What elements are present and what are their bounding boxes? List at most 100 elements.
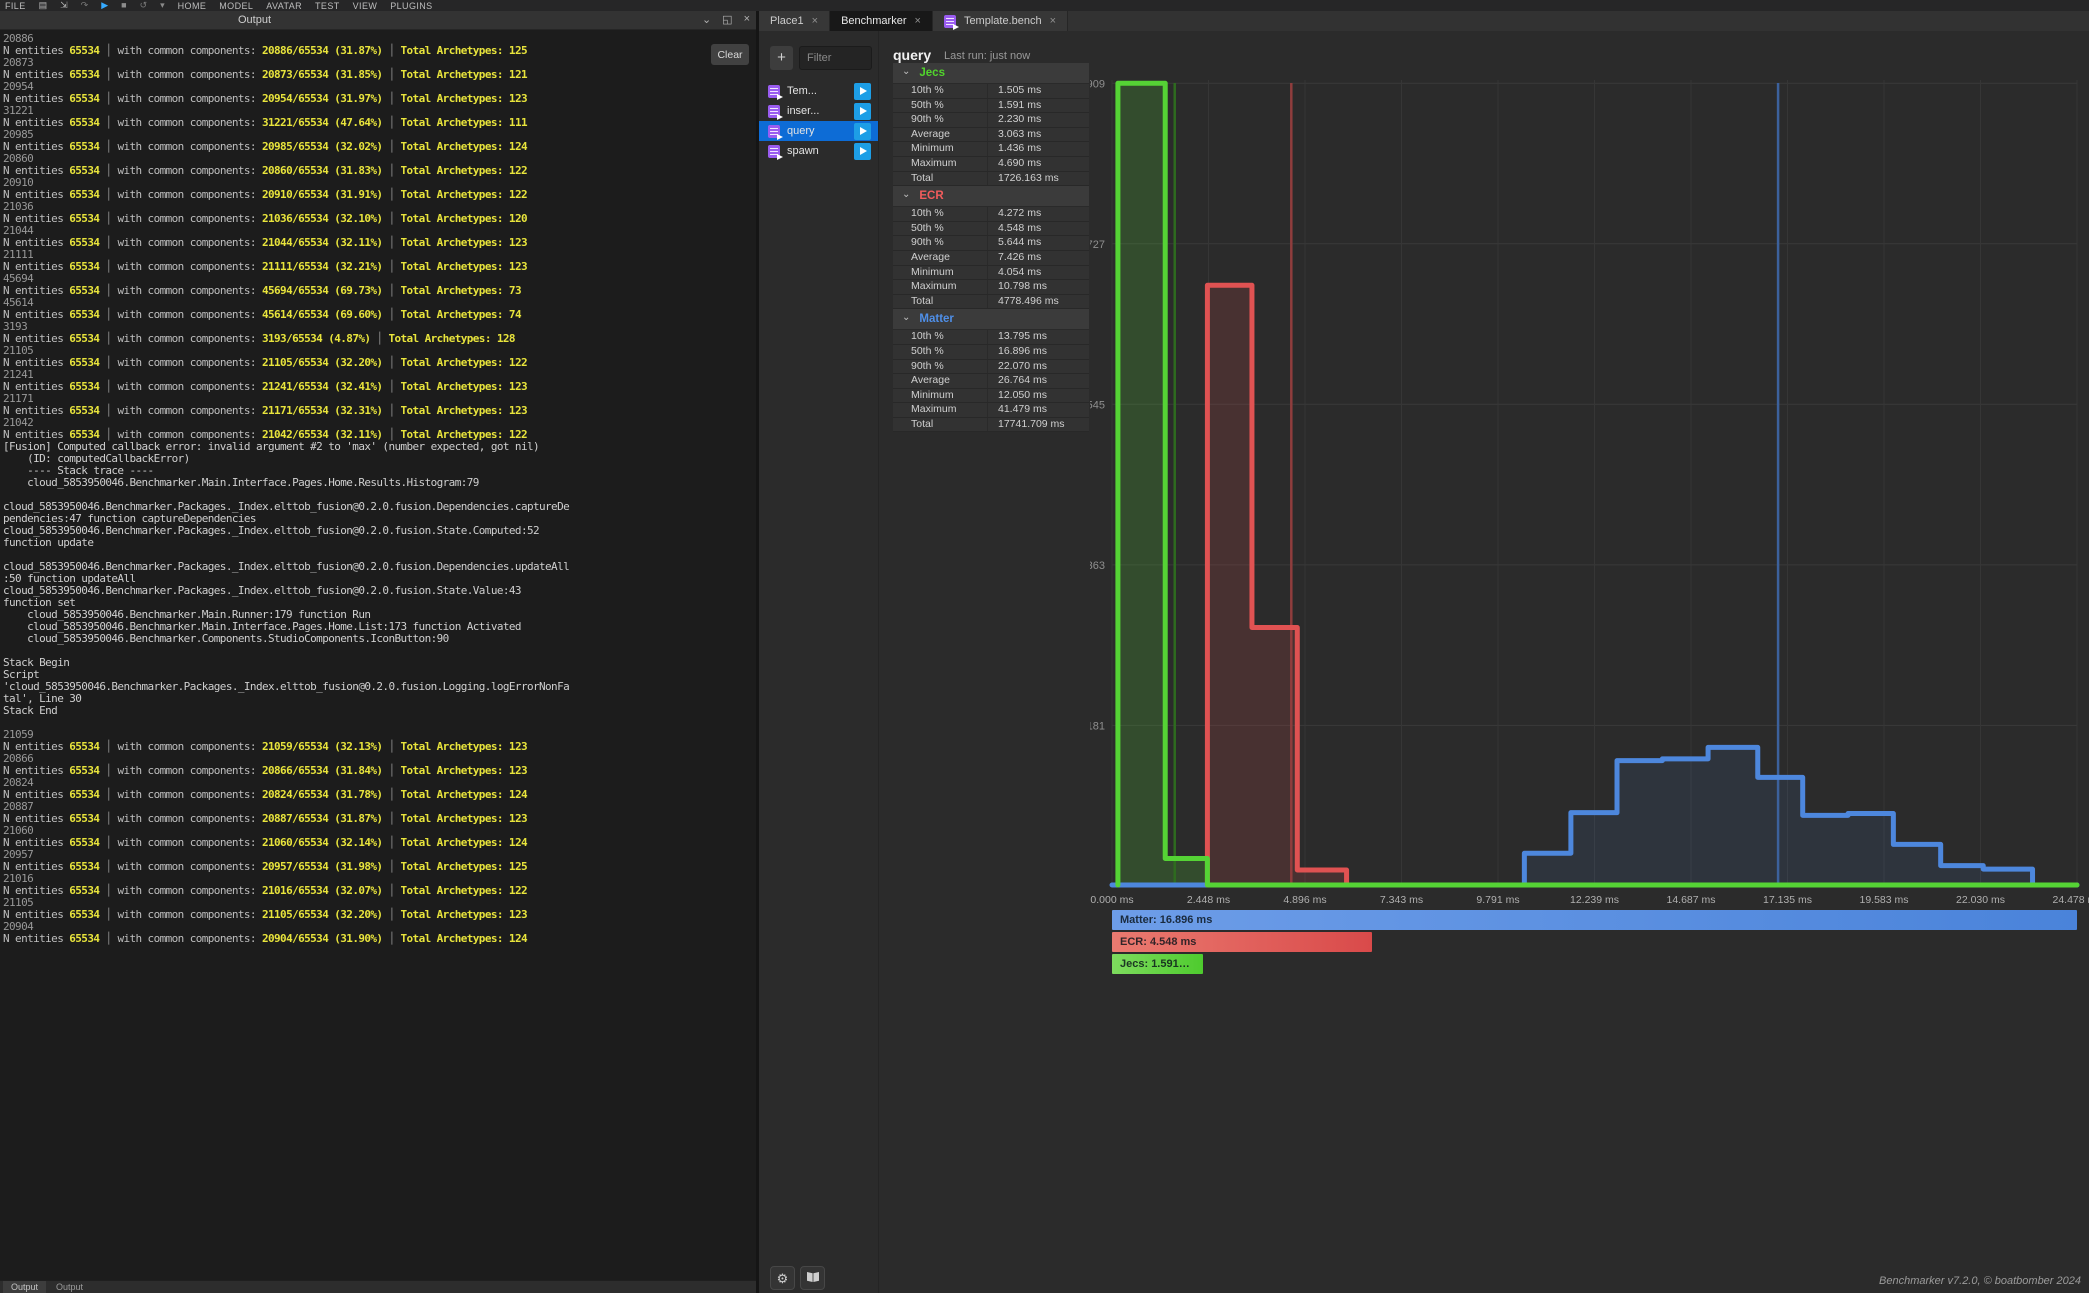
- menubar: FILE ▤ ⇲ ↷ ▶ ■ ↺ ▾ HOME MODEL AVATAR TEST VIEW PLUGI…: [0, 0, 2089, 11]
- menu-model[interactable]: MODEL: [219, 1, 253, 11]
- svg-text:9.791 ms: 9.791 ms: [1476, 894, 1519, 906]
- close-icon[interactable]: ×: [744, 13, 750, 26]
- log-error-line: function update: [3, 537, 758, 549]
- docs-button[interactable]: [800, 1266, 825, 1290]
- log-error-line: [3, 645, 758, 657]
- benchmark-item-inser[interactable]: inser...: [759, 101, 878, 121]
- stat-label: 90th %: [893, 360, 988, 374]
- tab-label: Benchmarker: [841, 15, 906, 27]
- stop-icon[interactable]: ■: [121, 1, 126, 10]
- close-icon[interactable]: ×: [812, 15, 818, 27]
- run-benchmark-button[interactable]: [854, 103, 871, 120]
- svg-text:4.896 ms: 4.896 ms: [1283, 894, 1326, 906]
- stat-value: 16.896 ms: [988, 345, 1047, 359]
- filter-input[interactable]: [799, 46, 872, 70]
- stat-label: Total: [893, 295, 988, 309]
- log-line: N entities 65534 │ with common component…: [3, 861, 758, 873]
- stat-row: Average3.063 ms: [893, 128, 1089, 143]
- section-header-jecs[interactable]: ⌄Jecs: [893, 63, 1089, 84]
- menu-home[interactable]: HOME: [178, 1, 207, 11]
- log-error-line: Stack End: [3, 705, 758, 717]
- stat-label: 10th %: [893, 207, 988, 221]
- stat-label: Minimum: [893, 389, 988, 403]
- section-name: Jecs: [919, 67, 945, 79]
- benchmark-item-query[interactable]: query: [759, 121, 878, 141]
- stat-row: 50th %1.591 ms: [893, 99, 1089, 114]
- stat-value: 17741.709 ms: [988, 418, 1065, 432]
- clear-button[interactable]: Clear: [711, 44, 749, 65]
- menu-plugins[interactable]: PLUGINS: [390, 1, 432, 11]
- log-line: N entities 65534 │ with common component…: [3, 261, 758, 273]
- stat-row: Minimum4.054 ms: [893, 266, 1089, 281]
- log-error-line: 'cloud_5853950046.Benchmarker.Packages._…: [3, 681, 758, 693]
- stat-value: 1.505 ms: [988, 84, 1041, 98]
- stat-row: Total4778.496 ms: [893, 295, 1089, 310]
- stat-label: Total: [893, 418, 988, 432]
- menu-caret-icon[interactable]: ▾: [160, 1, 165, 10]
- result-title: query: [893, 47, 931, 63]
- output-dock-tab[interactable]: Output: [3, 1281, 46, 1293]
- run-benchmark-button[interactable]: [854, 143, 871, 160]
- run-benchmark-button[interactable]: [854, 123, 871, 140]
- menu-file[interactable]: FILE: [5, 1, 26, 11]
- log-line: N entities 65534 │ with common component…: [3, 813, 758, 825]
- benchmark-item-label: Tem...: [787, 85, 817, 97]
- benchmark-item-spawn[interactable]: spawn: [759, 141, 878, 161]
- section-header-matter[interactable]: ⌄Matter: [893, 309, 1089, 330]
- output-bottom-bar: OutputOutput: [0, 1280, 758, 1293]
- log-error-line: tal', Line 30: [3, 693, 758, 705]
- output-dock-tab[interactable]: Output: [48, 1281, 91, 1293]
- stat-row: 10th %13.795 ms: [893, 330, 1089, 345]
- svg-text:181: 181: [1090, 720, 1105, 732]
- legend-bar-jecs: Jecs: 1.591…: [1112, 954, 1203, 974]
- menu-view[interactable]: VIEW: [353, 1, 378, 11]
- stat-value: 4.690 ms: [988, 157, 1041, 171]
- log-line: N entities 65534 │ with common component…: [3, 165, 758, 177]
- close-icon[interactable]: ×: [915, 15, 921, 27]
- log-error-line: cloud_5853950046.Benchmarker.Packages._I…: [3, 525, 758, 537]
- collapse-icon[interactable]: ⌄: [702, 13, 711, 26]
- stat-row: Minimum1.436 ms: [893, 142, 1089, 157]
- tab-benchmarker[interactable]: Benchmarker ×: [830, 11, 933, 31]
- log-line: N entities 65534 │ with common component…: [3, 189, 758, 201]
- book-icon: [806, 1271, 820, 1283]
- close-icon[interactable]: ×: [1050, 15, 1056, 27]
- add-benchmark-button[interactable]: +: [770, 46, 793, 70]
- redo-icon[interactable]: ↷: [81, 1, 89, 10]
- stat-row: 50th %16.896 ms: [893, 345, 1089, 360]
- log-error-line: cloud_5853950046.Benchmarker.Main.Interf…: [3, 477, 758, 489]
- menu-avatar[interactable]: AVATAR: [266, 1, 302, 11]
- stat-label: 10th %: [893, 84, 988, 98]
- section-header-ecr[interactable]: ⌄ECR: [893, 186, 1089, 207]
- import-icon[interactable]: ⇲: [60, 1, 68, 10]
- tab-label: Template.bench: [964, 15, 1042, 27]
- stat-value: 1726.163 ms: [988, 172, 1059, 186]
- stat-label: Total: [893, 172, 988, 186]
- settings-button[interactable]: ⚙: [770, 1266, 795, 1290]
- log-error-line: [3, 717, 758, 729]
- run-benchmark-button[interactable]: [854, 83, 871, 100]
- stat-row: Minimum12.050 ms: [893, 389, 1089, 404]
- tab-template-bench[interactable]: Template.bench ×: [933, 11, 1068, 31]
- undo-icon[interactable]: ↺: [140, 1, 148, 10]
- stat-label: 50th %: [893, 345, 988, 359]
- tab-place1[interactable]: Place1×: [759, 11, 830, 31]
- output-console[interactable]: 20886N entities 65534 │ with common comp…: [0, 30, 758, 1280]
- script-icon: [768, 85, 780, 98]
- stat-label: Minimum: [893, 266, 988, 280]
- play-icon[interactable]: ▶: [101, 1, 108, 10]
- benchmark-item-Tem[interactable]: Tem...: [759, 81, 878, 101]
- document-tabbar: Place1× Benchmarker × Template.bench ×: [759, 11, 2089, 31]
- panel-divider[interactable]: [756, 11, 759, 1293]
- stat-label: 50th %: [893, 222, 988, 236]
- menu-test[interactable]: TEST: [315, 1, 340, 11]
- log-error-line: cloud_5853950046.Benchmarker.Components.…: [3, 633, 758, 645]
- stat-row: 50th %4.548 ms: [893, 222, 1089, 237]
- script-icon: [768, 105, 780, 118]
- stat-row: Average26.764 ms: [893, 374, 1089, 389]
- clipboard-icon[interactable]: ▤: [39, 1, 48, 10]
- stat-label: Average: [893, 128, 988, 142]
- log-line: N entities 65534 │ with common component…: [3, 117, 758, 129]
- float-icon[interactable]: ◱: [722, 13, 732, 26]
- stat-value: 2.230 ms: [988, 113, 1041, 127]
